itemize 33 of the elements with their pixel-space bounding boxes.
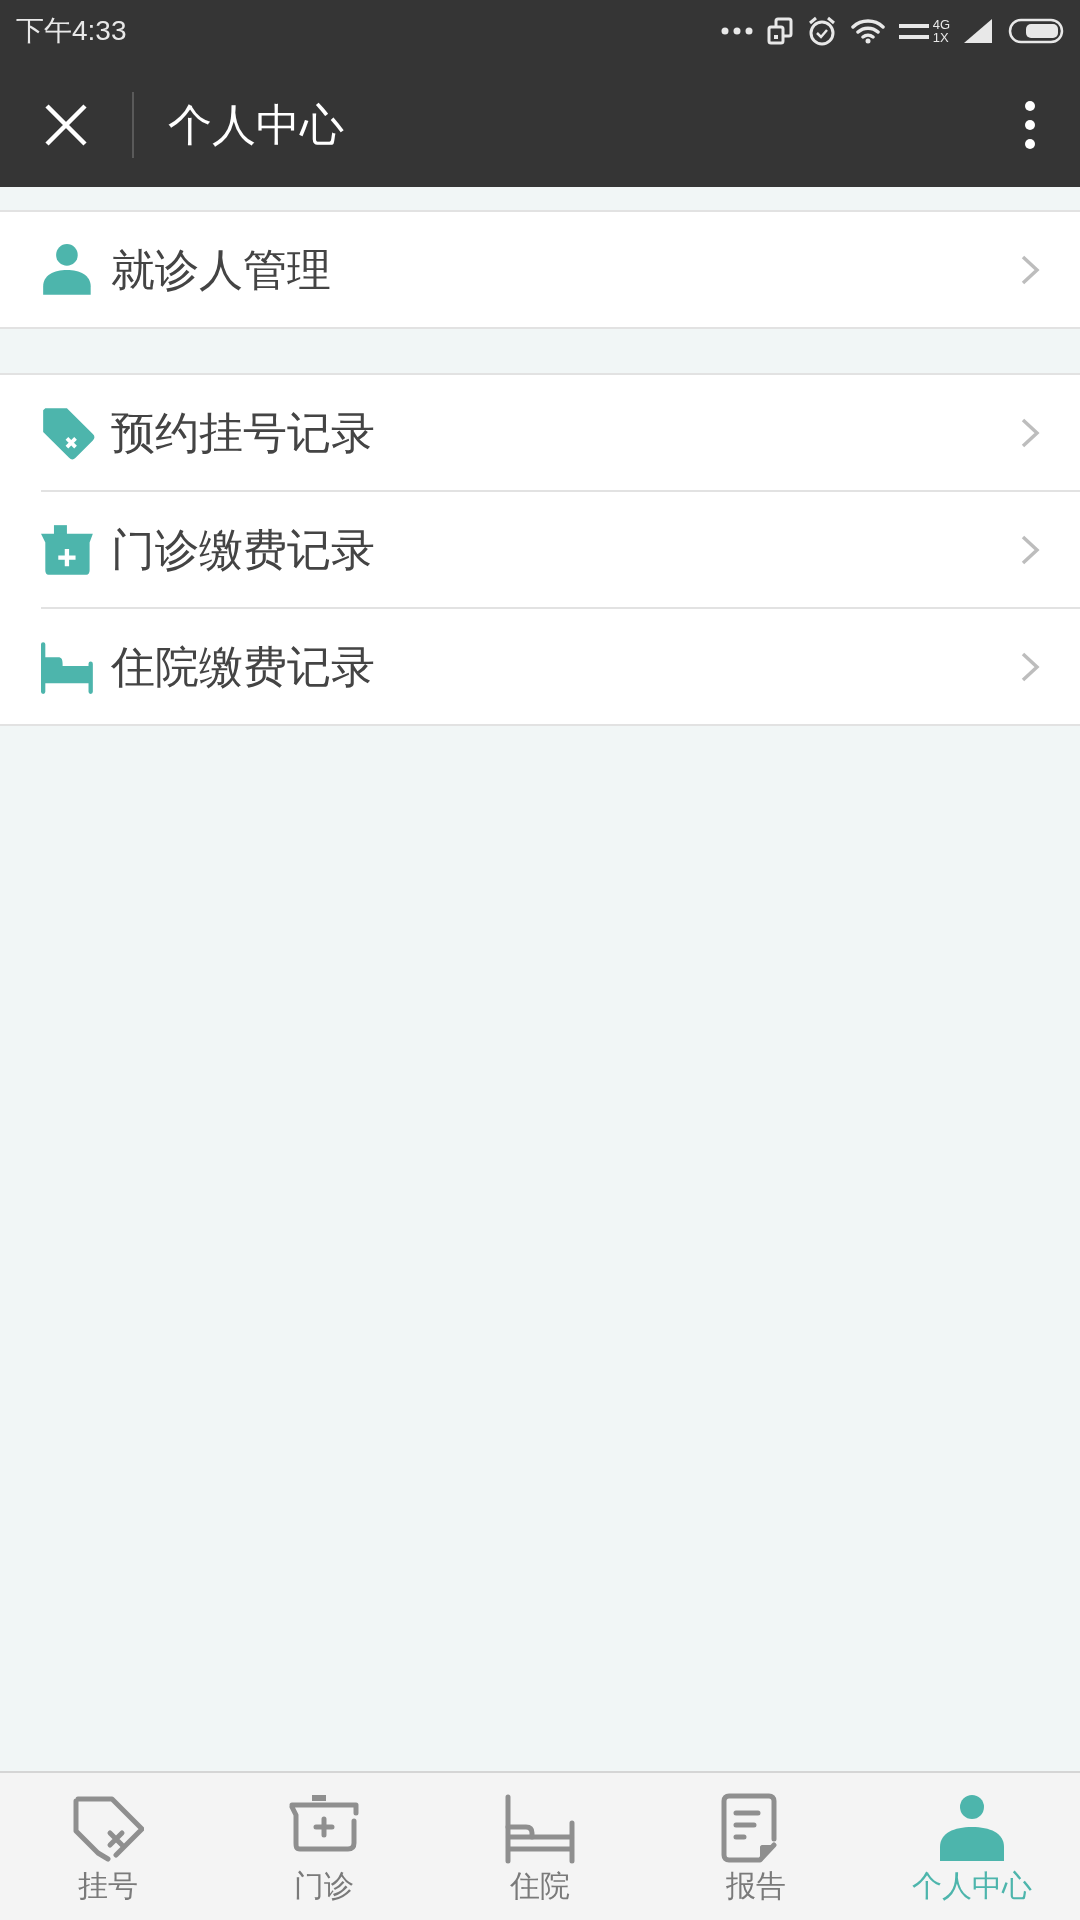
network-type: 1X xyxy=(932,31,950,44)
signal-icon xyxy=(964,19,994,43)
chevron-right-icon xyxy=(1020,533,1040,566)
menu-item[interactable]: 门诊缴费记录 xyxy=(0,492,1080,607)
close-icon xyxy=(44,102,88,147)
tab[interactable]: 报告 xyxy=(648,1773,864,1920)
status-time: 下午4:33 xyxy=(16,14,127,48)
item-label: 门诊缴费记录 xyxy=(111,523,375,576)
menu-item[interactable]: 就诊人管理 xyxy=(0,212,1080,327)
item-label: 就诊人管理 xyxy=(111,243,331,296)
battery-icon xyxy=(1008,18,1064,44)
tab[interactable]: 个人中心 xyxy=(864,1773,1080,1920)
item-label: 预约挂号记录 xyxy=(111,406,375,459)
tab[interactable]: 挂号 xyxy=(0,1773,216,1920)
menu-item[interactable]: 预约挂号记录 xyxy=(0,375,1080,490)
tab[interactable]: 门诊 xyxy=(216,1773,432,1920)
page-title: 个人中心 xyxy=(168,98,344,151)
item-label: 住院缴费记录 xyxy=(111,640,375,693)
more-icon xyxy=(1024,99,1036,150)
chevron-right-icon xyxy=(1020,253,1040,286)
network-type: 4G xyxy=(932,18,950,31)
alarm-icon xyxy=(806,16,837,46)
chevron-right-icon xyxy=(1020,416,1040,449)
bed-icon xyxy=(504,1792,576,1865)
wifi-icon xyxy=(850,18,885,44)
tag-icon xyxy=(41,405,95,460)
more-icon xyxy=(720,27,753,35)
bed-icon xyxy=(41,639,95,694)
chevron-right-icon xyxy=(1020,650,1040,683)
menu-item[interactable]: 住院缴费记录 xyxy=(0,609,1080,724)
screen-rotate-icon xyxy=(766,17,793,45)
tab[interactable]: 住院 xyxy=(432,1773,648,1920)
medical-kit-icon xyxy=(41,522,95,577)
